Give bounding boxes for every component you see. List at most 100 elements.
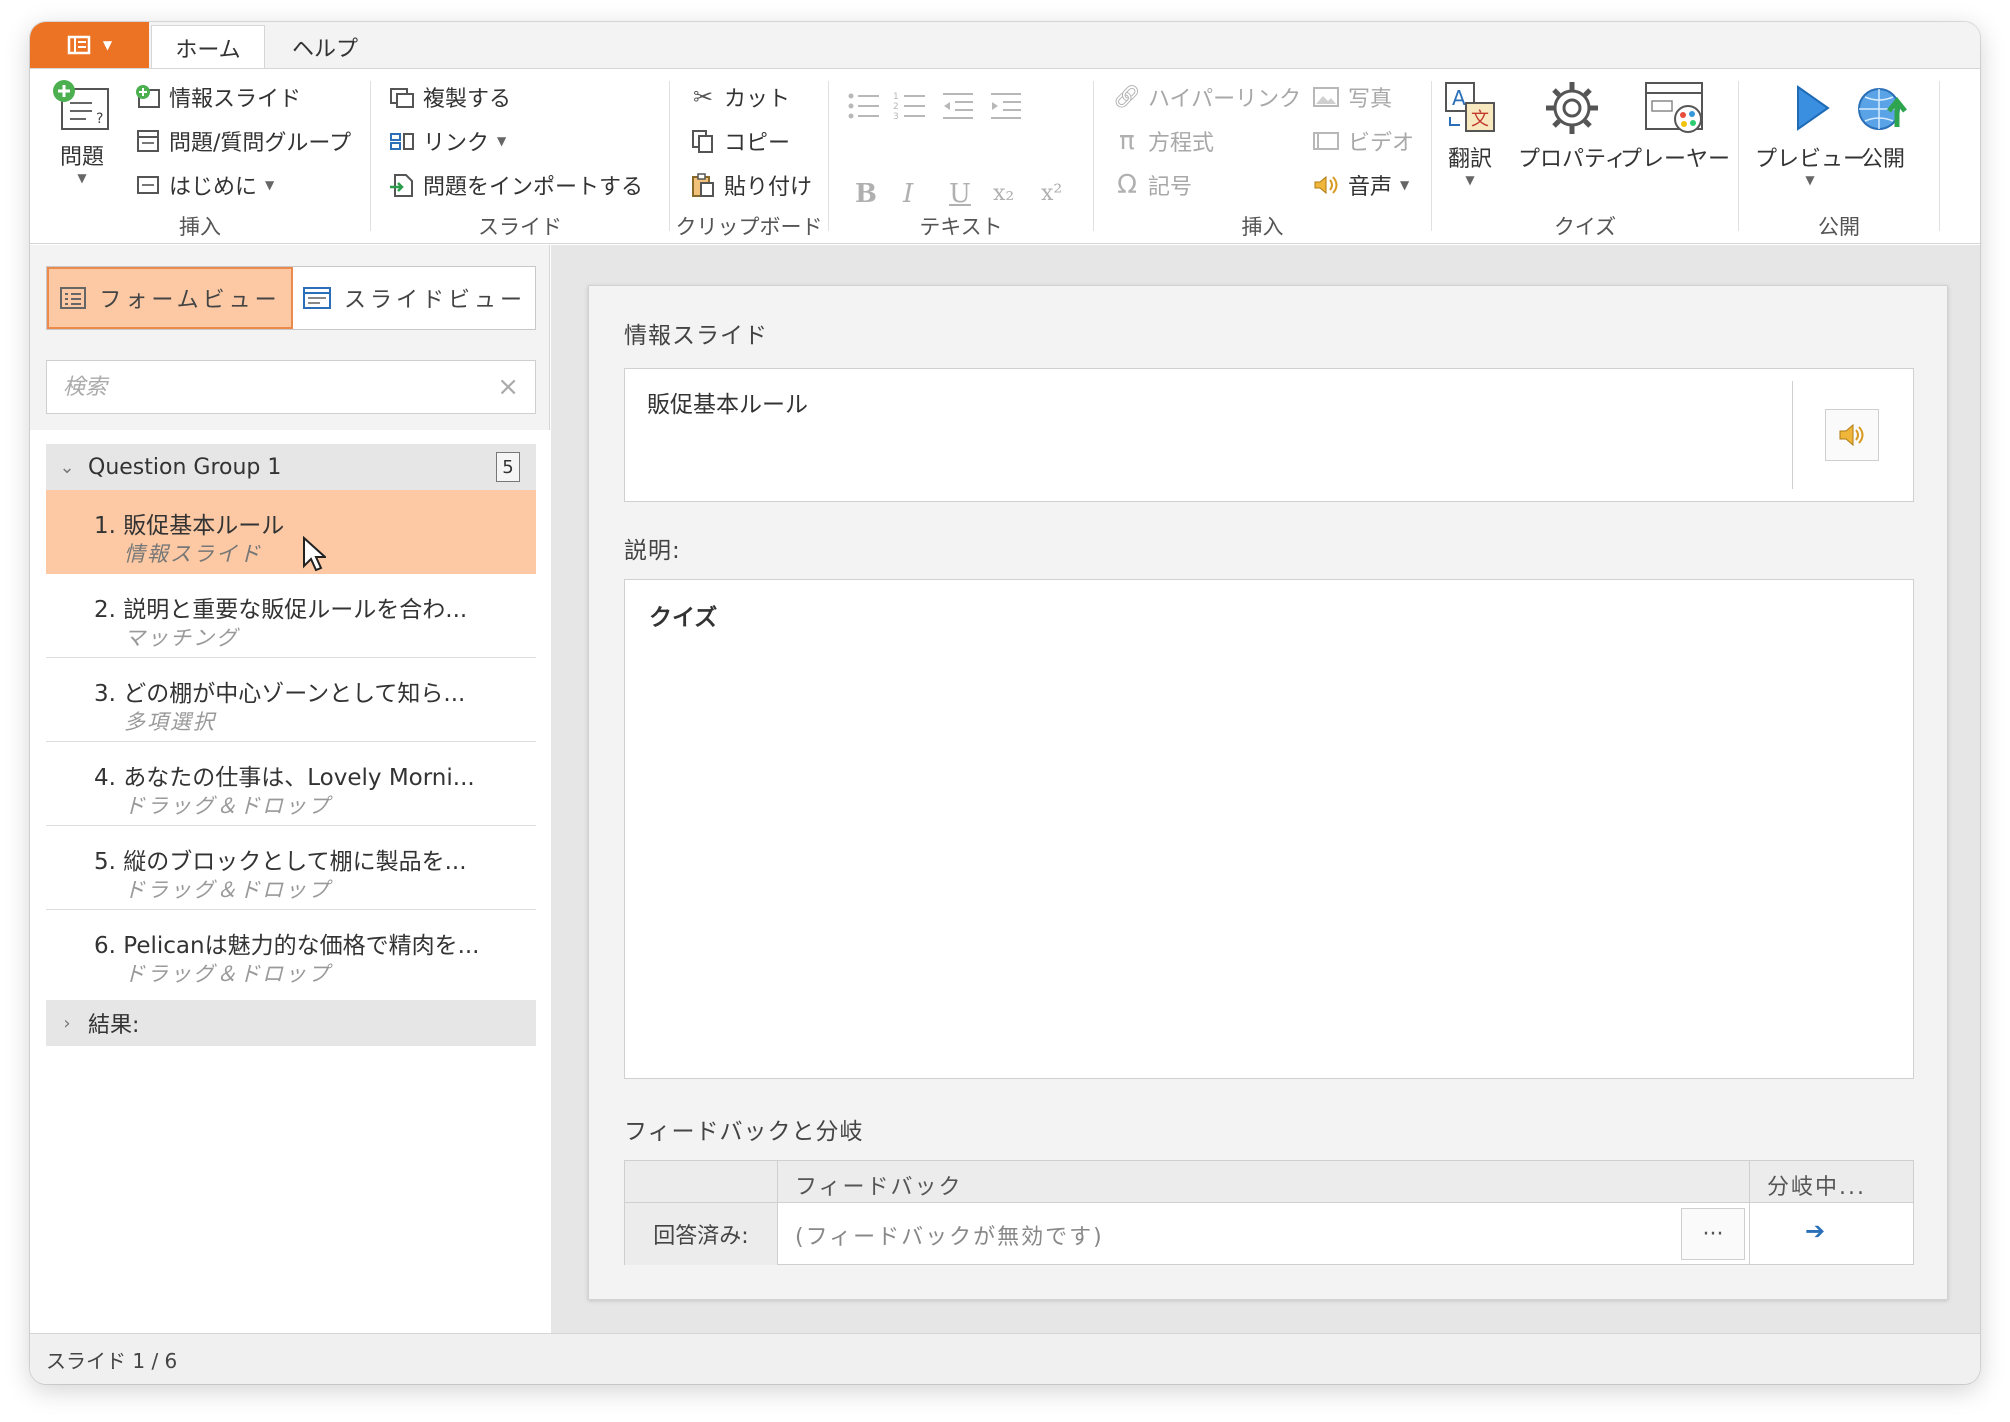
svg-text:?: ? xyxy=(96,111,103,127)
duplicate-button[interactable]: 複製する xyxy=(389,81,511,113)
chevron-down-icon: ▼ xyxy=(1465,173,1475,187)
app-menu-button[interactable]: ▼ xyxy=(30,22,149,68)
question-group-icon xyxy=(137,130,159,152)
preview-button[interactable]: プレビュー ▼ xyxy=(1755,79,1865,187)
photo-icon xyxy=(1313,87,1339,107)
slide-item-title: 4. あなたの仕事は、Lovely Morni... xyxy=(94,765,475,791)
properties-button[interactable]: プロパティ xyxy=(1518,79,1627,173)
chevron-right-icon[interactable]: › xyxy=(46,1013,88,1034)
description-field[interactable]: クイズ xyxy=(624,579,1914,1079)
slide-item-6[interactable]: 6. Pelicanは魅力的な価格で精肉を... ドラッグ＆ドロップ xyxy=(46,910,536,994)
bold-button[interactable]: B xyxy=(855,179,877,209)
audio-button[interactable]: 音声 ▼ xyxy=(1312,169,1409,201)
field-divider xyxy=(1792,381,1793,489)
link-label: リンク xyxy=(423,131,490,156)
decrease-indent-icon[interactable] xyxy=(941,91,975,121)
slide-view-button[interactable]: スライドビュー xyxy=(293,267,535,329)
slide-item-1[interactable]: 1. 販促基本ルール 情報スライド xyxy=(46,490,536,574)
feedback-value[interactable]: (フィードバックが無効です) xyxy=(795,1219,1104,1251)
slide-item-5[interactable]: 5. 縦のブロックとして棚に製品を... ドラッグ＆ドロップ xyxy=(46,826,536,910)
slide-item-type: マッチング xyxy=(124,626,239,650)
results-label: 結果: xyxy=(88,1013,140,1038)
ribbon-group-insert: ? 問題 ▼ 情報スライド 問題/質問グループ はじめに ▼ 挿入 xyxy=(30,69,370,245)
chevron-down-icon[interactable]: ⌄ xyxy=(46,457,88,478)
translate-icon: A 文 xyxy=(1445,82,1495,132)
publish-label: 公開 xyxy=(1860,147,1905,172)
import-questions-button[interactable]: 問題をインポートする xyxy=(389,169,643,201)
paste-button[interactable]: 貼り付け xyxy=(690,169,812,201)
slide-item-2[interactable]: 2. 説明と重要な販促ルールを合わ... マッチング xyxy=(46,574,536,658)
feedback-table: フィードバック 分岐中... 回答済み: (フィードバックが無効です) ··· … xyxy=(624,1160,1914,1265)
hyperlink-label: ハイパーリンク xyxy=(1148,87,1302,112)
info-slide-label: 情報スライド xyxy=(169,87,302,112)
symbol-button[interactable]: Ω 記号 xyxy=(1114,169,1192,201)
underline-button[interactable]: U xyxy=(949,179,971,209)
increase-indent-icon[interactable] xyxy=(989,91,1023,121)
play-icon xyxy=(1797,85,1830,131)
svg-text:2: 2 xyxy=(893,102,899,112)
scissors-icon: ✂ xyxy=(692,83,714,111)
more-options-button[interactable]: ··· xyxy=(1681,1208,1745,1260)
properties-label: プロパティ xyxy=(1518,147,1627,172)
superscript-button[interactable]: x² xyxy=(1041,181,1062,206)
add-audio-button[interactable] xyxy=(1825,409,1879,461)
hyperlink-button[interactable]: 🔗︎ ハイパーリンク xyxy=(1113,81,1302,113)
form-view-button[interactable]: フォームビュー xyxy=(47,267,293,329)
search-input[interactable] xyxy=(63,374,498,400)
link-button[interactable]: リンク ▼ xyxy=(389,125,506,157)
copy-icon xyxy=(692,130,713,153)
tab-home[interactable]: ホーム xyxy=(151,25,265,69)
paste-icon xyxy=(692,173,714,197)
results-row[interactable]: › 結果: xyxy=(46,1000,536,1046)
svg-text:3: 3 xyxy=(893,112,899,121)
question-button[interactable]: ? 問題 ▼ xyxy=(50,79,114,185)
cut-label: カット xyxy=(724,87,791,112)
photo-button[interactable]: 写真 xyxy=(1312,81,1392,113)
numbered-list-icon[interactable]: 123 xyxy=(893,91,927,121)
intro-label: はじめに xyxy=(169,175,258,200)
video-button[interactable]: ビデオ xyxy=(1312,125,1414,157)
question-group-button[interactable]: 問題/質問グループ xyxy=(135,125,351,157)
ribbon-group-quiz: A 文 翻訳 ▼ プロパティ プレーヤー クイズ xyxy=(1432,69,1738,245)
editor-area: 情報スライド 販促基本ルール 説明: クイズ フィードバックと分岐 フィードバッ… xyxy=(551,245,1980,1333)
intro-button[interactable]: はじめに ▼ xyxy=(135,169,274,201)
equation-label: 方程式 xyxy=(1148,131,1215,156)
ribbon-tab-bar: ▼ ホーム ヘルプ xyxy=(30,22,1980,69)
import-label: 問題をインポートする xyxy=(423,175,644,200)
close-icon[interactable]: × xyxy=(497,372,519,402)
info-slide-button[interactable]: 情報スライド xyxy=(135,81,301,113)
slide-view-label: スライドビュー xyxy=(343,288,526,313)
copy-label: コピー xyxy=(724,131,791,156)
column-divider xyxy=(1749,1161,1750,1264)
tab-help[interactable]: ヘルプ xyxy=(285,25,365,69)
slide-counter: スライド 1 / 6 xyxy=(46,1348,178,1373)
ribbon-group-slide: 複製する リンク ▼ 問題をインポートする スライド xyxy=(371,69,669,245)
bullet-list-icon[interactable] xyxy=(847,91,881,121)
copy-button[interactable]: コピー xyxy=(690,125,790,157)
equation-button[interactable]: π 方程式 xyxy=(1114,125,1214,157)
link-slides-icon xyxy=(390,133,414,150)
slide-item-3[interactable]: 3. どの棚が中心ゾーンとして知ら... 多項選択 xyxy=(46,658,536,742)
search-box: × xyxy=(46,360,536,414)
question-group-row[interactable]: ⌄ Question Group 1 5 xyxy=(46,444,536,490)
player-icon xyxy=(1645,82,1703,133)
player-button[interactable]: プレーヤー xyxy=(1620,79,1730,173)
publish-button[interactable]: 公開 xyxy=(1853,79,1913,173)
translate-button[interactable]: A 文 翻訳 ▼ xyxy=(1440,79,1500,187)
player-label: プレーヤー xyxy=(1620,147,1731,172)
arrow-right-icon[interactable]: ➔ xyxy=(1805,1217,1825,1245)
view-switcher: フォームビュー スライドビュー xyxy=(46,266,536,330)
slide-item-4[interactable]: 4. あなたの仕事は、Lovely Morni... ドラッグ＆ドロップ xyxy=(46,742,536,826)
group-label-insert: 挿入 xyxy=(179,215,221,239)
answered-row-label: 回答済み: xyxy=(625,1203,777,1265)
slide-item-type: ドラッグ＆ドロップ xyxy=(124,794,331,818)
intro-slide-icon xyxy=(137,176,159,194)
cut-button[interactable]: ✂ カット xyxy=(690,81,790,113)
italic-button[interactable]: I xyxy=(903,179,913,209)
app-window: ▼ ホーム ヘルプ ? 問題 ▼ 情報スライド 問題/質問グループ はじめに ▼… xyxy=(30,22,1980,1384)
form-view-label: フォームビュー xyxy=(99,288,281,313)
subscript-button[interactable]: x₂ xyxy=(993,181,1014,206)
question-group-name: Question Group 1 xyxy=(88,454,282,480)
slide-title-field[interactable]: 販促基本ルール xyxy=(624,368,1914,502)
audio-label: 音声 xyxy=(1348,175,1393,200)
